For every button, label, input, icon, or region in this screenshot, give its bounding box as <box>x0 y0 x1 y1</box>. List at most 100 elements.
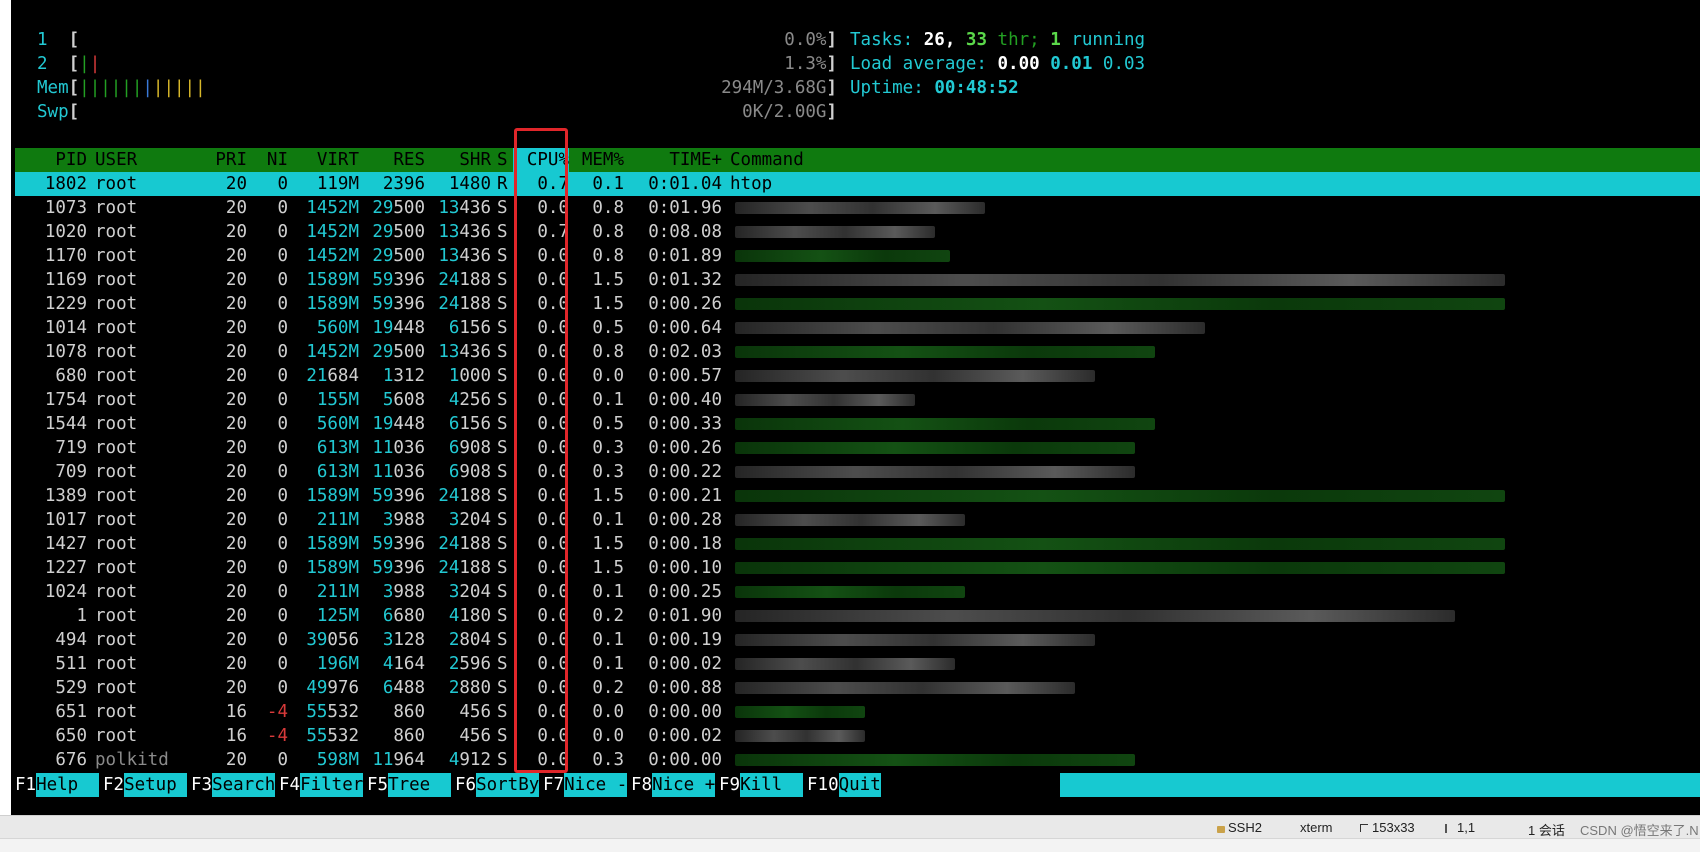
cell-ni: 0 <box>277 270 288 290</box>
fkey-f8[interactable]: F8Nice + <box>631 773 716 797</box>
cell-user: root <box>95 726 138 746</box>
cell-shr: 24188 <box>438 270 491 290</box>
table-row[interactable]: 1078 root 20 0 1452M 29500 13436 S 0.0 0.8 0:02.03 <box>15 340 1700 364</box>
fkey-f7[interactable]: F7Nice - <box>543 773 628 797</box>
swp-meter: Swp[0K/2.00G] <box>37 102 837 122</box>
cell-res: 6680 <box>382 606 425 626</box>
table-row[interactable]: 1024 root 20 0 211M 3988 3204 S 0.0 0.1 0:00.25 <box>15 580 1700 604</box>
cell-s: S <box>497 270 508 290</box>
col-user[interactable]: USER <box>95 148 205 172</box>
fkey-number: F9 <box>719 775 741 795</box>
fkey-f2[interactable]: F2Setup <box>103 773 188 797</box>
cell-s: S <box>497 702 508 722</box>
cell-shr: 24188 <box>438 534 491 554</box>
table-row[interactable]: 1073 root 20 0 1452M 29500 13436 S 0.0 0.8 0:01.96 <box>15 196 1700 220</box>
col-command[interactable]: Command <box>730 148 1230 172</box>
fkey-f1[interactable]: F1Help <box>15 773 100 797</box>
cell-ni: 0 <box>277 222 288 242</box>
cell-virt: 1452M <box>306 342 359 362</box>
cell-pri: 20 <box>225 534 247 554</box>
cell-virt: 125M <box>316 606 359 626</box>
table-row[interactable]: 1544 root 20 0 560M 19448 6156 S 0.0 0.5 0:00.33 <box>15 412 1700 436</box>
cell-time: 0:00.57 <box>648 366 722 386</box>
table-row[interactable]: 1 root 20 0 125M 6680 4180 S 0.0 0.2 0:01.90 <box>15 604 1700 628</box>
col-ni[interactable]: NI <box>247 148 288 172</box>
cell-pri: 20 <box>225 246 247 266</box>
process-table-header[interactable]: PID USER PRI NI VIRT RES SHR S CPU% MEM%… <box>15 148 1700 172</box>
table-row[interactable]: 1169 root 20 0 1589M 59396 24188 S 0.0 1.5 0:01.32 <box>15 268 1700 292</box>
cell-mem: 0.3 <box>592 462 624 482</box>
cell-pid: 1427 <box>44 534 87 554</box>
cell-res: 5608 <box>382 390 425 410</box>
cell-pid: 676 <box>55 750 87 770</box>
table-row[interactable]: 1017 root 20 0 211M 3988 3204 S 0.0 0.1 0:00.28 <box>15 508 1700 532</box>
redacted-command <box>735 706 865 718</box>
table-row[interactable]: 1389 root 20 0 1589M 59396 24188 S 0.0 1.5 0:00.21 <box>15 484 1700 508</box>
cell-ni: 0 <box>277 486 288 506</box>
cell-res: 3988 <box>382 582 425 602</box>
cell-mem: 1.5 <box>592 486 624 506</box>
redacted-command <box>735 490 1505 502</box>
table-row[interactable]: 1754 root 20 0 155M 5608 4256 S 0.0 0.1 0:00.40 <box>15 388 1700 412</box>
cell-time: 0:01.89 <box>648 246 722 266</box>
table-row-selected[interactable]: 1802 root 20 0 119M 2396 1480 R 0.7 0.1 0:01.04 hto… <box>15 172 1700 196</box>
cell-s: S <box>497 366 508 386</box>
col-mem[interactable]: MEM% <box>569 148 624 172</box>
cell-virt: 155M <box>316 390 359 410</box>
cell-virt: 1589M <box>306 270 359 290</box>
col-pid[interactable]: PID <box>15 148 87 172</box>
cell-res: 2396 <box>382 174 425 194</box>
table-row[interactable]: 1020 root 20 0 1452M 29500 13436 S 0.7 0.8 0:08.08 <box>15 220 1700 244</box>
col-state[interactable]: S <box>497 148 513 172</box>
cell-time: 0:00.00 <box>648 702 722 722</box>
fkey-label: Help <box>36 773 100 797</box>
fkey-f5[interactable]: F5Tree <box>367 773 452 797</box>
table-row[interactable]: 1170 root 20 0 1452M 29500 13436 S 0.0 0.8 0:01.89 <box>15 244 1700 268</box>
col-virt[interactable]: VIRT <box>288 148 359 172</box>
cell-time: 0:00.19 <box>648 630 722 650</box>
cell-mem: 0.2 <box>592 678 624 698</box>
cell-mem: 1.5 <box>592 558 624 578</box>
cell-res: 59396 <box>372 294 425 314</box>
redacted-command <box>735 562 1505 574</box>
table-row[interactable]: 680 root 20 0 21684 1312 1000 S 0.0 0.0 0:00.57 <box>15 364 1700 388</box>
fkey-number: F1 <box>15 775 37 795</box>
redacted-command <box>735 610 1455 622</box>
cell-pri: 20 <box>225 630 247 650</box>
table-row[interactable]: 511 root 20 0 196M 4164 2596 S 0.0 0.1 0:00.02 <box>15 652 1700 676</box>
table-row[interactable]: 719 root 20 0 613M 11036 6908 S 0.0 0.3 0:00.26 <box>15 436 1700 460</box>
table-row[interactable]: 1227 root 20 0 1589M 59396 24188 S 0.0 1.5 0:00.10 <box>15 556 1700 580</box>
mem-meter: Mem[|||||||||||| 294M/3.68G] <box>37 78 837 98</box>
table-row[interactable]: 1427 root 20 0 1589M 59396 24188 S 0.0 1.5 0:00.18 <box>15 532 1700 556</box>
col-time[interactable]: TIME+ <box>624 148 722 172</box>
col-res[interactable]: RES <box>359 148 425 172</box>
cell-ni: 0 <box>277 174 288 194</box>
table-row[interactable]: 494 root 20 0 39056 3128 2804 S 0.0 0.1 0:00.19 <box>15 628 1700 652</box>
table-row[interactable]: 651 root 16 -4 55532 860 456 S 0.0 0.0 0:00.00 <box>15 700 1700 724</box>
cell-ni: 0 <box>277 750 288 770</box>
fkey-f3[interactable]: F3Search <box>191 773 276 797</box>
table-row[interactable]: 676 polkitd 20 0 598M 11964 4912 S 0.0 0.3 0:00.00 <box>15 748 1700 772</box>
table-row[interactable]: 650 root 16 -4 55532 860 456 S 0.0 0.0 0:00.02 <box>15 724 1700 748</box>
fkey-f9[interactable]: F9Kill <box>719 773 804 797</box>
table-row[interactable]: 709 root 20 0 613M 11036 6908 S 0.0 0.3 0:00.22 <box>15 460 1700 484</box>
cell-user: root <box>95 678 138 698</box>
cell-res: 59396 <box>372 534 425 554</box>
fkey-f6[interactable]: F6SortBy <box>455 773 540 797</box>
cell-ni: 0 <box>277 366 288 386</box>
fkey-f10[interactable]: F10Quit <box>807 773 881 797</box>
cell-pid: 1754 <box>44 390 87 410</box>
col-shr[interactable]: SHR <box>425 148 491 172</box>
cell-ni: 0 <box>277 318 288 338</box>
cell-virt: 1452M <box>306 246 359 266</box>
table-row[interactable]: 1229 root 20 0 1589M 59396 24188 S 0.0 1.5 0:00.26 <box>15 292 1700 316</box>
table-row[interactable]: 1014 root 20 0 560M 19448 6156 S 0.0 0.5 0:00.64 <box>15 316 1700 340</box>
cell-virt: 1589M <box>306 294 359 314</box>
cell-user: polkitd <box>95 750 169 770</box>
cell-user: root <box>95 198 138 218</box>
status-bar: SSH2 xterm 153x33 1,1 1 会话 CSDN @悟空来了.N <box>0 815 1700 839</box>
terminal-window[interactable]: 1 [0.0%] 2 [|| 1.3%] Mem[|||||||||||| 294M… <box>11 0 1700 815</box>
table-row[interactable]: 529 root 20 0 49976 6488 2880 S 0.0 0.2 0:00.88 <box>15 676 1700 700</box>
fkey-f4[interactable]: F4Filter <box>279 773 364 797</box>
col-pri[interactable]: PRI <box>195 148 247 172</box>
